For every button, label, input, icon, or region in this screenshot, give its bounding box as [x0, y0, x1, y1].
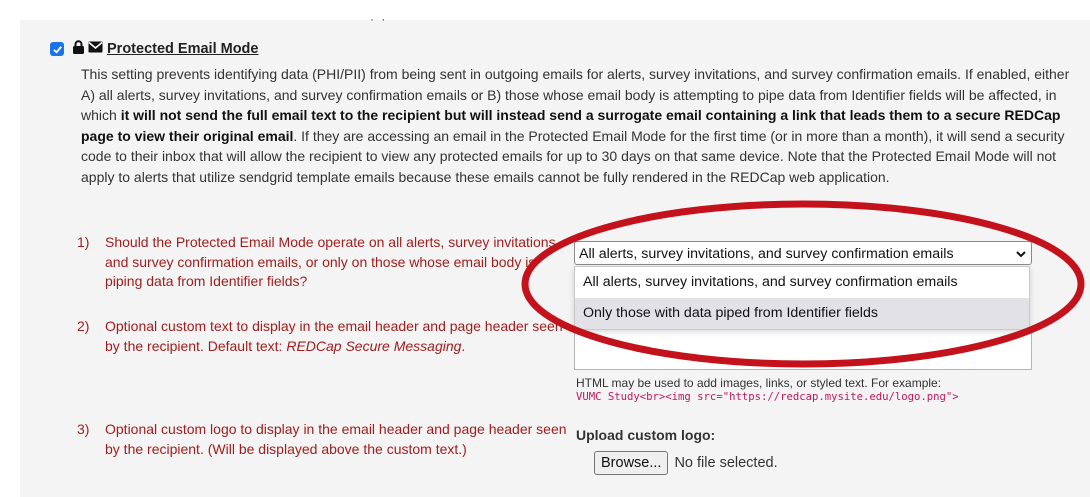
- mode-select-dropdown: All alerts, survey invitations, and surv…: [574, 266, 1030, 330]
- question-number: 3): [77, 421, 90, 437]
- mode-option-identifier[interactable]: Only those with data piped from Identifi…: [575, 298, 1029, 329]
- upload-logo-label: Upload custom logo:: [576, 427, 716, 443]
- question-text-end: .: [461, 337, 466, 354]
- setting-header: Protected Email Mode: [50, 38, 258, 60]
- lock-icon: [72, 39, 85, 59]
- protected-email-checkbox[interactable]: [50, 42, 64, 56]
- question-number: 2): [77, 318, 90, 334]
- question-mode: 1) Should the Protected Email Mode opera…: [77, 233, 571, 292]
- custom-text-help: HTML may be used to add images, links, o…: [576, 376, 942, 390]
- settings-panel: · · Protected Email Mode This setting pr…: [20, 12, 1090, 497]
- custom-text-example: VUMC Study<br><img src="https://redcap.m…: [576, 391, 959, 403]
- browse-button[interactable]: Browse...: [594, 451, 669, 475]
- setting-title[interactable]: Protected Email Mode: [107, 41, 258, 57]
- mode-option-all[interactable]: All alerts, survey invitations, and surv…: [575, 267, 1029, 298]
- question-text: Should the Protected Email Mode operate …: [105, 234, 560, 289]
- question-custom-logo: 3) Optional custom logo to display in th…: [77, 420, 571, 459]
- mode-select[interactable]: All alerts, survey invitations, and surv…: [574, 241, 1032, 265]
- question-custom-text: 2) Optional custom text to display in th…: [77, 317, 571, 356]
- checkmark-icon: [52, 45, 62, 54]
- question-text: Optional custom logo to display in the e…: [105, 421, 567, 457]
- chevron-down-icon: [1015, 242, 1027, 264]
- setting-description: This setting prevents identifying data (…: [81, 64, 1086, 188]
- custom-text-input[interactable]: [574, 326, 1032, 370]
- select-value: All alerts, survey invitations, and surv…: [579, 246, 954, 262]
- file-status: No file selected.: [674, 455, 778, 471]
- envelope-icon: [88, 40, 103, 58]
- file-input: Browse... No file selected.: [594, 451, 778, 475]
- cropped-text-fragment: · ·: [370, 12, 388, 26]
- default-text: REDCap Secure Messaging: [286, 337, 462, 354]
- question-number: 1): [77, 234, 90, 250]
- question-text: Optional custom text to display in the e…: [91, 317, 571, 356]
